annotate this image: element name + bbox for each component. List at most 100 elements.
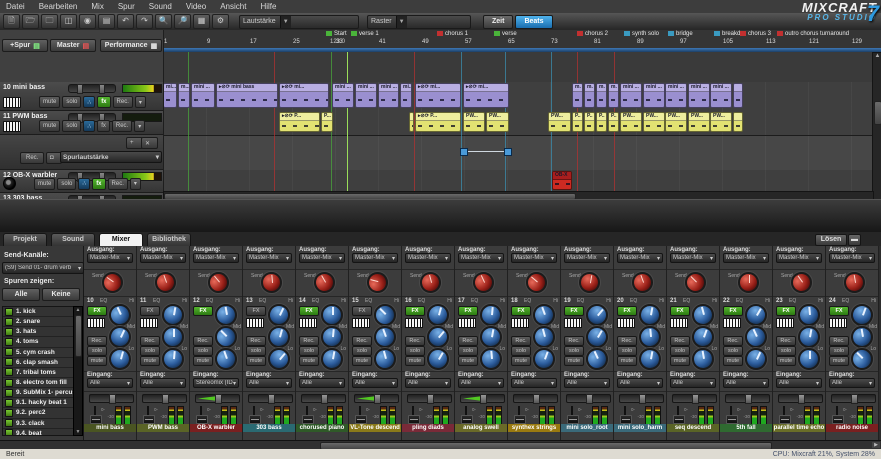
output-dropdown[interactable]: Master-Mix▾ <box>776 253 822 263</box>
clip[interactable]: mini ... <box>710 83 732 108</box>
time-mode-button[interactable]: Zeit <box>483 15 513 29</box>
fx-button[interactable]: FX <box>87 306 107 316</box>
zoom-out-icon[interactable]: 🔎 <box>174 14 191 29</box>
clip[interactable]: OB-X <box>552 171 572 190</box>
track-list-scrollbar[interactable]: ▲ ▼ <box>73 306 83 436</box>
pan-slider[interactable] <box>460 394 505 403</box>
channel-name[interactable]: parallel time echo <box>773 424 825 432</box>
clip[interactable]: PW... <box>548 112 571 132</box>
fader-handle[interactable] <box>673 415 685 424</box>
fx-button[interactable]: FX <box>670 306 690 316</box>
fader-handle[interactable] <box>726 415 738 424</box>
list-item[interactable]: 5. cym crash <box>3 348 73 358</box>
record-arm-button[interactable]: Rec. <box>829 336 849 346</box>
clip[interactable]: mini ... <box>620 83 642 108</box>
clip[interactable]: mini ... <box>355 83 377 108</box>
mute-button[interactable]: mute <box>39 96 60 108</box>
mixdown-icon[interactable]: ▤ <box>98 14 115 29</box>
channel-name[interactable]: seq descend <box>667 424 719 432</box>
settings-icon[interactable]: ⚙ <box>212 14 229 29</box>
list-item[interactable]: 8. electro tom fill <box>3 378 73 388</box>
output-dropdown[interactable]: Master-Mix▾ <box>246 253 292 263</box>
clip[interactable]: m... <box>178 83 190 108</box>
fx-button[interactable]: FX <box>352 306 372 316</box>
mute-button[interactable]: mute <box>458 356 478 366</box>
automation-node[interactable] <box>504 148 512 156</box>
pan-slider[interactable] <box>778 394 823 403</box>
output-dropdown[interactable]: Master-Mix▾ <box>564 253 610 263</box>
beats-mode-button[interactable]: Beats <box>515 15 552 29</box>
clip[interactable]: P.. <box>572 112 583 132</box>
clip[interactable]: ▸⊘⟳ P... <box>415 112 461 132</box>
clip[interactable]: PW... <box>665 112 687 132</box>
track-active-led[interactable] <box>5 409 13 417</box>
mute-button[interactable]: mute <box>511 356 531 366</box>
zoom-in-icon[interactable]: 🔍 <box>155 14 172 29</box>
solo-button[interactable]: solo <box>87 346 107 356</box>
list-item[interactable]: 3. hats <box>3 327 73 337</box>
fx-button[interactable]: fx <box>97 120 110 132</box>
save-icon[interactable]: ◫ <box>60 14 77 29</box>
list-item[interactable]: 1. kick <box>3 307 73 317</box>
input-dropdown[interactable]: Alle▾ <box>776 378 822 388</box>
close-automation-button[interactable]: ✕ <box>141 137 158 149</box>
pan-slider[interactable] <box>725 394 770 403</box>
chevron-down-icon[interactable]: ▾ <box>135 96 146 108</box>
clip[interactable]: PW... <box>710 112 732 132</box>
fx-button[interactable]: FX <box>564 306 584 316</box>
list-item[interactable]: 9.3. clack <box>3 419 73 429</box>
clip[interactable]: mini ... <box>378 83 399 108</box>
pan-slider[interactable] <box>672 394 717 403</box>
redo-icon[interactable]: ↷ <box>136 14 153 29</box>
pan-slider[interactable] <box>566 394 611 403</box>
clip[interactable]: mini ... <box>643 83 665 108</box>
menu-sound[interactable]: Sound <box>149 2 172 11</box>
record-arm-button[interactable]: Rec. <box>458 336 478 346</box>
output-dropdown[interactable]: Master-Mix▾ <box>829 253 875 263</box>
clip[interactable]: mini ... <box>688 83 710 108</box>
fx-button[interactable]: FX <box>299 306 319 316</box>
track-active-led[interactable] <box>5 328 13 336</box>
list-scroll-thumb[interactable] <box>75 315 82 357</box>
track-active-led[interactable] <box>5 399 13 407</box>
fx-button[interactable]: FX <box>458 306 478 316</box>
record-arm-button[interactable]: Rec. <box>112 120 132 132</box>
fader-handle[interactable] <box>514 415 526 424</box>
tab-bibliothek[interactable]: Bibliothek <box>147 233 191 246</box>
input-dropdown[interactable]: Alle▾ <box>299 378 345 388</box>
snap-dropdown[interactable]: Raster▼ <box>367 15 471 29</box>
virtual-keyboard-icon[interactable]: ▦ <box>193 14 210 29</box>
list-item[interactable]: 9.2. perc2 <box>3 408 73 418</box>
record-arm-button[interactable]: Rec. <box>246 336 266 346</box>
track-active-led[interactable] <box>5 358 13 366</box>
show-all-button[interactable]: Alle <box>2 288 40 301</box>
track-active-led[interactable] <box>5 429 13 436</box>
fader-handle[interactable] <box>779 415 791 424</box>
record-arm-button[interactable]: Rec. <box>723 336 743 346</box>
automation-rec-button[interactable]: Rec. <box>20 152 44 164</box>
eq-hi-knob[interactable] <box>321 304 343 326</box>
open-folder-icon[interactable]: 🗁 <box>22 14 39 29</box>
fx-button[interactable]: FX <box>140 306 160 316</box>
clip[interactable]: mi... <box>400 83 412 108</box>
channel-name[interactable]: mini solo_root <box>561 424 613 432</box>
output-dropdown[interactable]: Master-Mix▾ <box>140 253 186 263</box>
add-track-button[interactable]: +Spur▤ <box>2 39 48 52</box>
pan-slider[interactable] <box>619 394 664 403</box>
arrange-hscrollbar[interactable] <box>163 191 874 199</box>
record-arm-button[interactable]: Rec. <box>352 336 372 346</box>
menu-ansicht[interactable]: Ansicht <box>220 2 246 11</box>
volume-mode-dropdown[interactable]: Lautstärke▼ <box>239 15 359 29</box>
pan-slider[interactable] <box>248 394 293 403</box>
eq-lo-knob[interactable] <box>798 348 820 370</box>
mute-button[interactable]: mute <box>140 356 160 366</box>
record-arm-button[interactable]: Rec. <box>405 336 425 346</box>
track-header-10[interactable]: 10 mini bassmutesolo∴fxRec.▾ <box>0 82 163 111</box>
record-arm-button[interactable]: Rec. <box>113 96 133 108</box>
channel-name[interactable]: radio noise <box>826 424 878 432</box>
solo-button[interactable]: solo <box>829 346 849 356</box>
list-item[interactable]: 4. toms <box>3 337 73 347</box>
burn-cd-icon[interactable]: ◉ <box>79 14 96 29</box>
track-volume-slider[interactable] <box>68 84 116 93</box>
fx-button[interactable]: FX <box>511 306 531 316</box>
